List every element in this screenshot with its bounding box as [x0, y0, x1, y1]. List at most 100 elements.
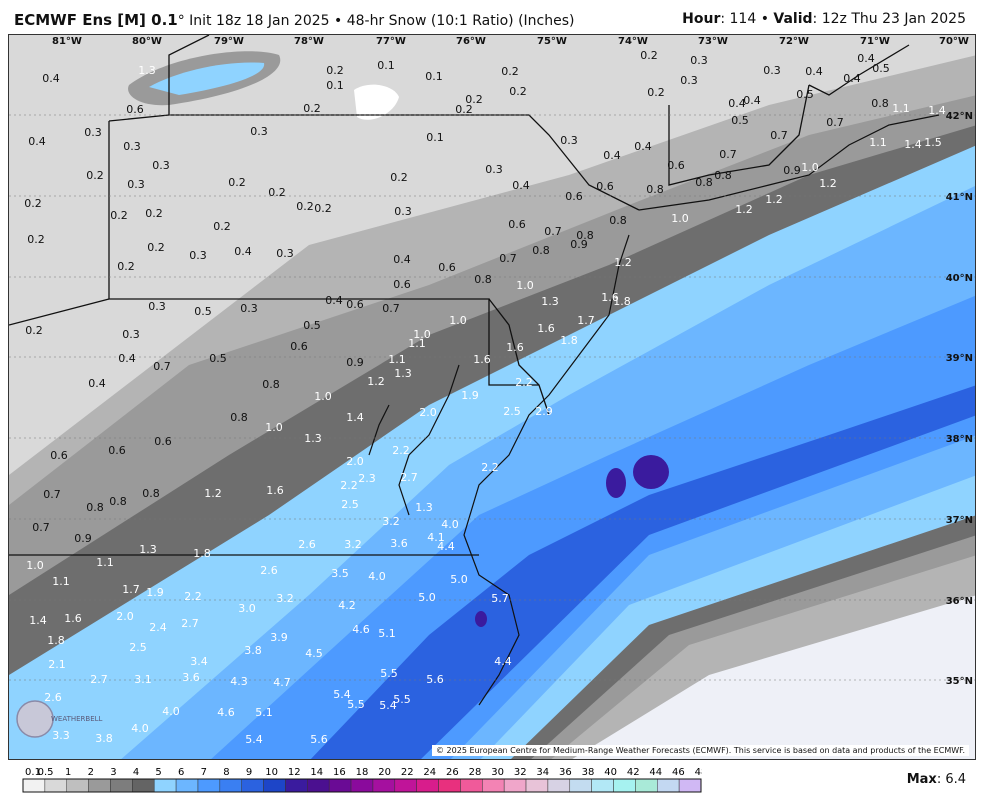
scale-swatch — [307, 778, 330, 793]
scale-swatch — [372, 778, 396, 793]
scale-tick-label: 14 — [310, 767, 323, 778]
snow-value: 1.3 — [394, 367, 412, 380]
longitude-label: 75°W — [537, 36, 567, 47]
snow-value: 1.7 — [577, 314, 595, 327]
snow-value: 0.8 — [142, 487, 160, 500]
scale-tick-label: 5 — [155, 767, 161, 778]
snow-value: 1.0 — [265, 421, 283, 434]
snow-value: 5.5 — [347, 698, 365, 711]
snow-value: 3.4 — [190, 655, 208, 668]
snow-value: 0.4 — [393, 253, 411, 266]
snow-value: 0.3 — [122, 328, 140, 341]
snow-value: 1.1 — [892, 102, 910, 115]
longitude-label: 78°W — [294, 36, 324, 47]
scale-swatch — [110, 778, 133, 793]
snow-value: 0.8 — [109, 495, 127, 508]
snow-value: 4.0 — [441, 518, 459, 531]
snow-value: 1.1 — [388, 353, 406, 366]
scale-tick-label: 32 — [514, 767, 527, 778]
scale-swatch — [547, 778, 571, 793]
scale-swatch — [285, 778, 308, 793]
scale-swatch — [88, 778, 111, 793]
snow-value: 0.6 — [290, 340, 308, 353]
map-canvas: 81°W 80°W 79°W 78°W 77°W 76°W 75°W 74°W 73°W 72°W… — [9, 35, 975, 759]
max-snow-blob-2 — [606, 468, 626, 498]
longitude-label: 76°W — [456, 36, 486, 47]
scale-tick-label: 26 — [446, 767, 459, 778]
snow-value: 1.0 — [801, 161, 819, 174]
scale-swatch — [438, 778, 461, 793]
snow-value: 0.3 — [84, 126, 102, 139]
scale-swatch — [197, 778, 221, 793]
scale-tick-label: 1 — [65, 767, 71, 778]
snow-value: 1.4 — [928, 104, 946, 117]
snow-value: 0.6 — [508, 218, 526, 231]
snow-value: 0.2 — [117, 260, 135, 273]
snow-value: 1.8 — [193, 547, 211, 560]
latitude-label: 37°N — [946, 515, 973, 526]
scale-tick-label: 24 — [423, 767, 436, 778]
snow-value: 0.6 — [393, 278, 411, 291]
snow-value: 0.8 — [871, 97, 889, 110]
snow-value: 0.6 — [126, 103, 144, 116]
snow-value: 1.6 — [64, 612, 82, 625]
scale-tick-label: 48 — [695, 767, 702, 778]
snow-value: 1.2 — [614, 256, 632, 269]
snow-value: 1.0 — [314, 390, 332, 403]
snow-value: 0.7 — [382, 302, 400, 315]
snow-value: 0.7 — [826, 116, 844, 129]
longitude-label: 81°W — [52, 36, 82, 47]
snow-value: 1.6 — [266, 484, 284, 497]
snow-value: 1.9 — [146, 586, 164, 599]
snow-value: 1.3 — [415, 501, 433, 514]
init-run-info: Init 18z 18 Jan 2025 • 48-hr Snow (10:1 … — [184, 13, 575, 29]
snow-value: 5.6 — [426, 673, 444, 686]
snow-value: 3.6 — [390, 537, 408, 550]
snow-value: 0.2 — [86, 169, 104, 182]
snow-value: 5.6 — [310, 733, 328, 746]
snow-value: 0.3 — [680, 74, 698, 87]
latitude-label: 39°N — [946, 353, 973, 364]
scale-tick-label: 22 — [401, 767, 414, 778]
snow-value: 3.9 — [270, 631, 288, 644]
snow-value: 0.2 — [303, 102, 321, 115]
max-snow-blob — [633, 455, 669, 489]
scale-swatch — [241, 778, 264, 793]
snow-value: 2.5 — [503, 405, 521, 418]
snow-value: 0.2 — [296, 200, 314, 213]
snow-value: 0.3 — [690, 54, 708, 67]
snow-value: 0.3 — [240, 302, 258, 315]
snow-value: 0.5 — [303, 319, 321, 332]
scale-swatch — [613, 778, 636, 793]
scale-swatch — [569, 778, 592, 793]
scale-tick-label: 20 — [378, 767, 391, 778]
snow-value: 1.2 — [819, 177, 837, 190]
snow-value: 4.0 — [162, 705, 180, 718]
copyright-notice: © 2025 European Centre for Medium-Range … — [432, 745, 969, 756]
snow-value: 0.3 — [763, 64, 781, 77]
snow-value: 0.2 — [326, 64, 344, 77]
snow-value: 2.7 — [181, 617, 199, 630]
scale-swatch — [350, 778, 374, 793]
snow-value: 0.6 — [50, 449, 68, 462]
snow-value: 2.9 — [535, 405, 553, 418]
snow-value: 5.7 — [491, 592, 509, 605]
svg-text:WEATHERBELL: WEATHERBELL — [51, 715, 103, 723]
snow-value: 0.6 — [438, 261, 456, 274]
snow-value: 1.0 — [449, 314, 467, 327]
max-value: Max: 6.4 — [907, 772, 966, 787]
snow-value: 2.2 — [340, 479, 358, 492]
snowfall-map[interactable]: 81°W 80°W 79°W 78°W 77°W 76°W 75°W 74°W 73°W 72°W… — [8, 34, 976, 760]
snow-value: 2.2 — [184, 590, 202, 603]
snow-value: 2.0 — [116, 610, 134, 623]
snow-value: 2.7 — [90, 673, 108, 686]
snow-value: 4.4 — [437, 540, 455, 553]
snow-value: 1.3 — [541, 295, 559, 308]
scale-tick-label: 36 — [559, 767, 572, 778]
scale-tick-label: 10 — [265, 767, 278, 778]
longitude-label: 73°W — [698, 36, 728, 47]
map-title: ECMWF Ens [M] 0.1° Init 18z 18 Jan 2025 … — [14, 11, 574, 29]
snow-value: 4.6 — [217, 706, 235, 719]
scale-swatch — [482, 778, 505, 793]
snow-value: 0.4 — [843, 72, 861, 85]
